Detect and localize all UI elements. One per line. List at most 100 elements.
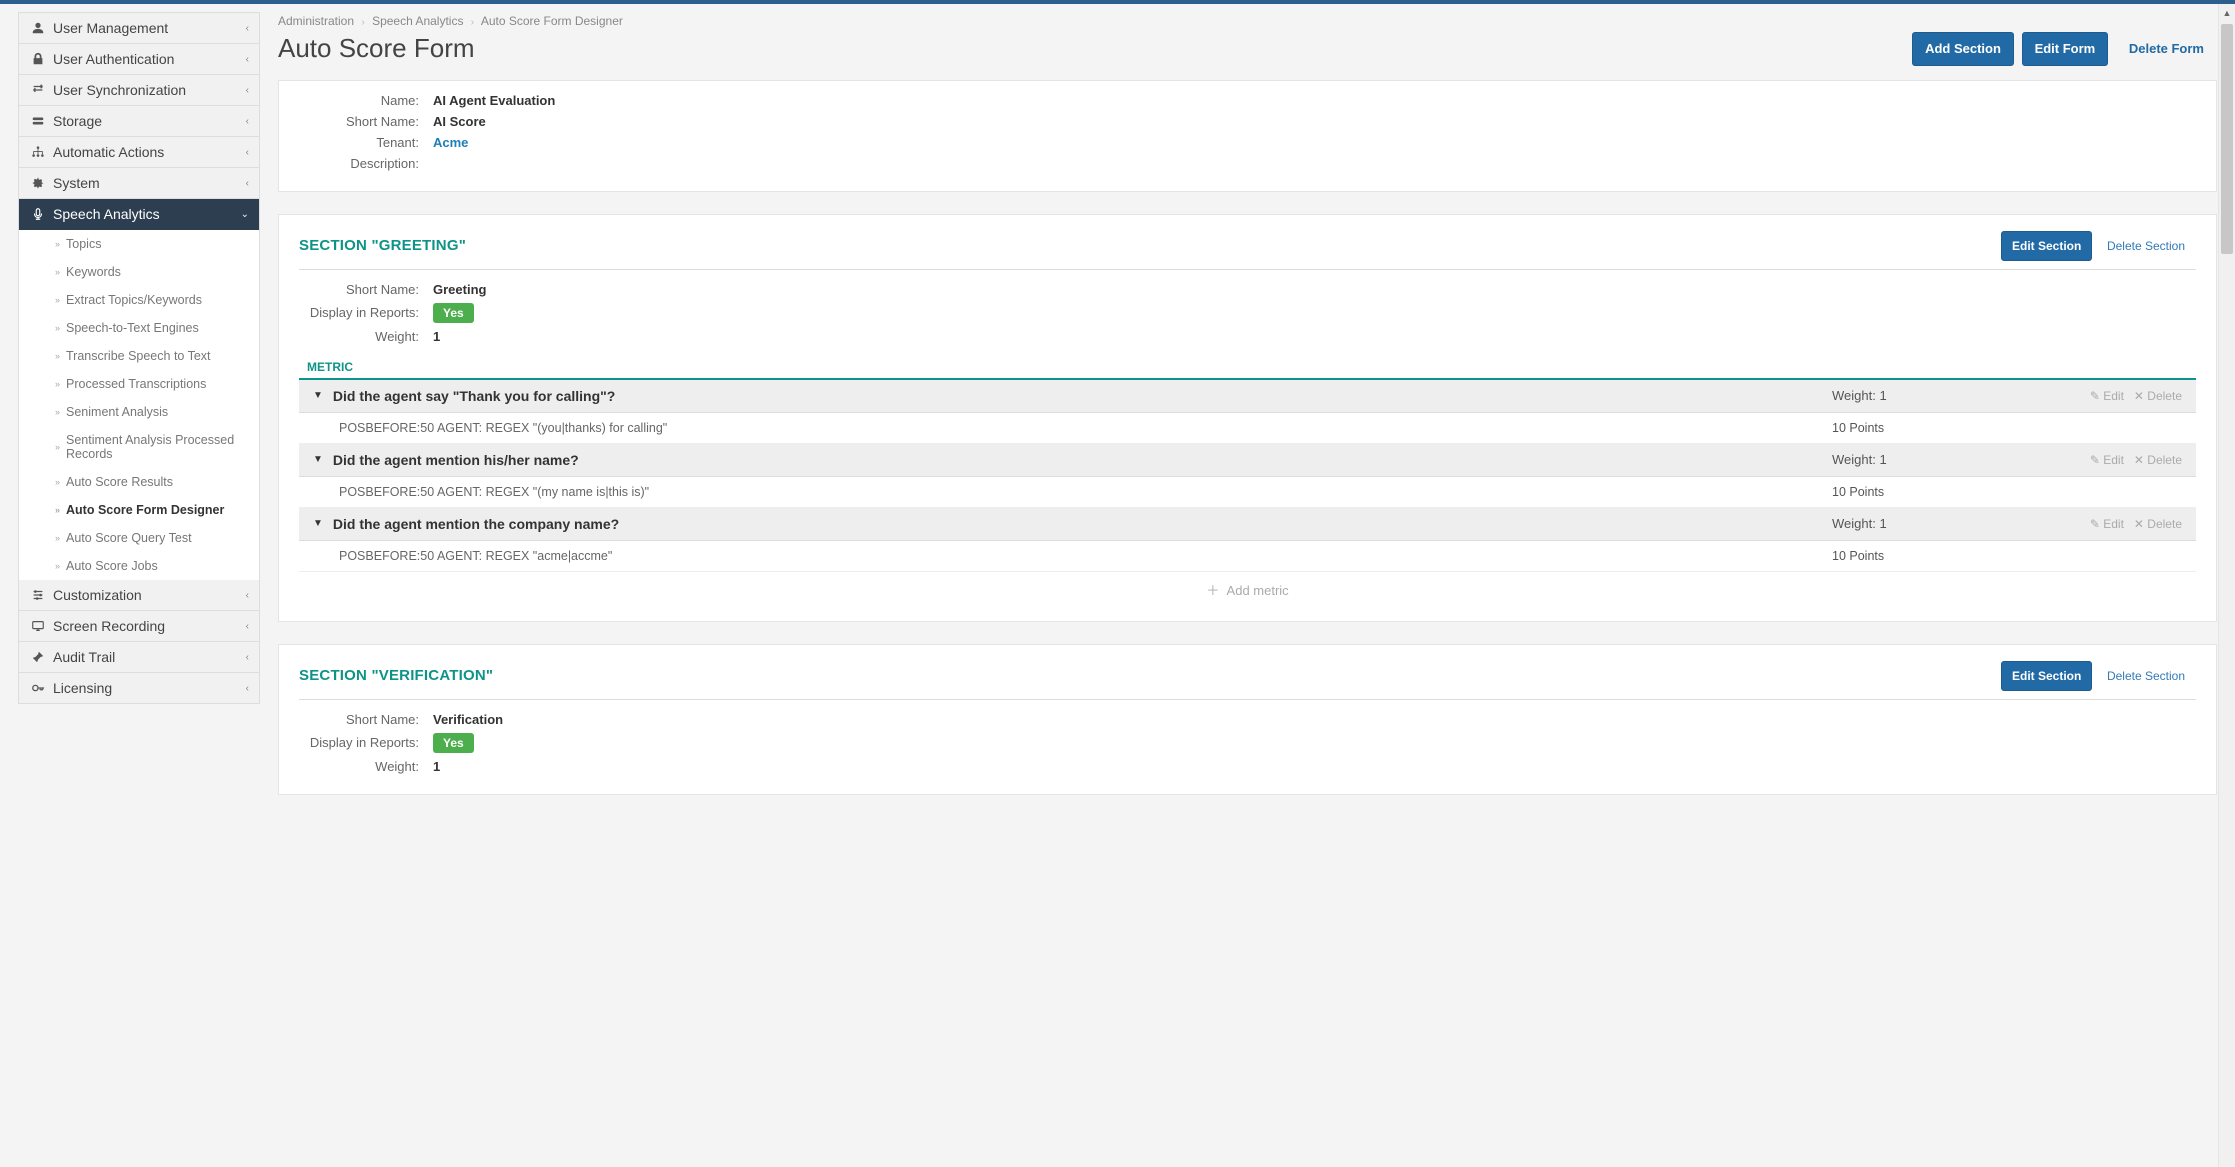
- tenant-link[interactable]: Acme: [433, 135, 468, 150]
- metric-heading: METRIC: [299, 356, 361, 380]
- section-card: SECTION "VERIFICATION"Edit Section Delet…: [278, 644, 2217, 795]
- sidebar-item-automatic-actions[interactable]: Automatic Actions ‹: [19, 137, 259, 168]
- close-icon: ✕: [2134, 517, 2144, 531]
- label: Tenant:: [299, 135, 419, 150]
- sidebar-subitem-label: Extract Topics/Keywords: [66, 293, 202, 307]
- scroll-up-arrow-icon[interactable]: ▲: [2219, 4, 2235, 21]
- delete-section-button[interactable]: Delete Section: [2096, 661, 2196, 691]
- scroll-thumb[interactable]: [2221, 24, 2233, 254]
- sidebar-subitem-label: Keywords: [66, 265, 121, 279]
- sidebar-item-user-synchronization[interactable]: User Synchronization‹: [19, 75, 259, 106]
- metric-weight: Weight: 1: [1832, 452, 2032, 467]
- metric-question: Did the agent mention the company name?: [333, 516, 1832, 532]
- sidebar-subitem-label: Auto Score Query Test: [66, 531, 192, 545]
- add-section-button[interactable]: Add Section: [1912, 32, 2014, 66]
- sidebar-item-label: Speech Analytics: [53, 206, 160, 222]
- sidebar-item-user-management[interactable]: User Management‹: [19, 13, 259, 44]
- edit-metric-button[interactable]: ✎ Edit: [2090, 517, 2124, 531]
- label: Short Name:: [299, 114, 419, 129]
- label: Short Name:: [299, 712, 419, 727]
- sidebar-subitem-auto-score-query-test[interactable]: » Auto Score Query Test: [19, 524, 259, 552]
- close-icon: ✕: [2134, 389, 2144, 403]
- section-weight-value: 1: [433, 329, 440, 344]
- sidebar-subitem-speech-to-text-engines[interactable]: »Speech-to-Text Engines: [19, 314, 259, 342]
- add-metric-button[interactable]: ＋ Add metric: [299, 572, 2196, 607]
- yes-badge: Yes: [433, 733, 474, 753]
- sidebar-subitem-processed-transcriptions[interactable]: »Processed Transcriptions: [19, 370, 259, 398]
- sidebar-item-system[interactable]: System‹: [19, 168, 259, 199]
- sidebar-subitem-extract-topics-keywords[interactable]: » Extract Topics/Keywords: [19, 286, 259, 314]
- label: Short Name:: [299, 282, 419, 297]
- edit-icon: ✎: [2090, 453, 2100, 467]
- sidebar-item-label: Automatic Actions: [53, 144, 164, 160]
- sidebar-subitem-sentiment-analysis-processed-records[interactable]: »Sentiment Analysis Processed Records: [19, 426, 259, 468]
- sync-icon: [31, 83, 45, 97]
- chevron-right-icon: »: [55, 295, 60, 305]
- lock-icon: [31, 52, 45, 66]
- form-name-value: AI Agent Evaluation: [433, 93, 555, 108]
- sidebar-item-customization[interactable]: Customization‹: [19, 580, 259, 611]
- sidebar-subitem-seniment-analysis[interactable]: »Seniment Analysis: [19, 398, 259, 426]
- delete-section-button[interactable]: Delete Section: [2096, 231, 2196, 261]
- edit-icon: ✎: [2090, 389, 2100, 403]
- chevron-left-icon: ‹: [246, 147, 249, 158]
- delete-metric-button[interactable]: ✕ Delete: [2134, 453, 2182, 467]
- sidebar-subitem-label: Seniment Analysis: [66, 405, 168, 419]
- edit-section-button[interactable]: Edit Section: [2001, 661, 2092, 691]
- sidebar-subitem-auto-score-form-designer[interactable]: »Auto Score Form Designer: [19, 496, 259, 524]
- edit-metric-button[interactable]: ✎ Edit: [2090, 389, 2124, 403]
- sidebar-item-screen-recording[interactable]: Screen Recording‹: [19, 611, 259, 642]
- breadcrumb-item[interactable]: Speech Analytics: [372, 14, 463, 28]
- sidebar-item-label: Audit Trail: [53, 649, 115, 665]
- chevron-right-icon: »: [55, 561, 60, 571]
- sidebar-item-audit-trail[interactable]: Audit Trail‹: [19, 642, 259, 673]
- delete-form-button[interactable]: Delete Form: [2116, 32, 2217, 66]
- metric-row: ▼ Did the agent mention his/her name?Weig…: [299, 444, 2196, 477]
- sidebar-item-user-authentication[interactable]: User Authentication‹: [19, 44, 259, 75]
- sidebar-subitem-transcribe-speech-to-text[interactable]: »Transcribe Speech to Text: [19, 342, 259, 370]
- section-shortname-value: Greeting: [433, 282, 486, 297]
- delete-metric-button[interactable]: ✕ Delete: [2134, 517, 2182, 531]
- chevron-right-icon: ›: [471, 17, 474, 28]
- chevron-right-icon: »: [55, 379, 60, 389]
- label: Display in Reports:: [299, 735, 419, 750]
- yes-badge: Yes: [433, 303, 474, 323]
- sidebar-item-speech-analytics[interactable]: Speech Analytics⌄: [19, 199, 259, 230]
- edit-metric-button[interactable]: ✎ Edit: [2090, 453, 2124, 467]
- edit-form-button[interactable]: Edit Form: [2022, 32, 2109, 66]
- sidebar-subitem-label: Sentiment Analysis Processed Records: [66, 433, 247, 461]
- delete-metric-button[interactable]: ✕ Delete: [2134, 389, 2182, 403]
- section-weight-value: 1: [433, 759, 440, 774]
- sidebar-subitem-auto-score-results[interactable]: »Auto Score Results: [19, 468, 259, 496]
- metric-detail-row: POSBEFORE:50 AGENT: REGEX "(you|thanks) …: [299, 413, 2196, 444]
- monitor-icon: [31, 619, 45, 633]
- sidebar-subitem-keywords[interactable]: »Keywords: [19, 258, 259, 286]
- breadcrumb-item[interactable]: Auto Score Form Designer: [481, 14, 623, 28]
- sidebar-item-label: Storage: [53, 113, 102, 129]
- chevron-right-icon: »: [55, 533, 60, 543]
- label: Name:: [299, 93, 419, 108]
- sidebar-item-label: Screen Recording: [53, 618, 165, 634]
- caret-down-icon[interactable]: ▼: [313, 390, 323, 401]
- breadcrumb-item[interactable]: Administration: [278, 14, 354, 28]
- storage-icon: [31, 114, 45, 128]
- chevron-left-icon: ‹: [246, 590, 249, 601]
- chevron-right-icon: »: [55, 351, 60, 361]
- section-title: SECTION "GREETING": [299, 237, 466, 254]
- mic-icon: [31, 207, 45, 221]
- edit-section-button[interactable]: Edit Section: [2001, 231, 2092, 261]
- chevron-left-icon: ‹: [246, 85, 249, 96]
- caret-down-icon[interactable]: ▼: [313, 518, 323, 529]
- metric-question: Did the agent mention his/her name?: [333, 452, 1832, 468]
- sidebar-item-licensing[interactable]: Licensing‹: [19, 673, 259, 703]
- chevron-right-icon: »: [55, 477, 60, 487]
- caret-down-icon[interactable]: ▼: [313, 454, 323, 465]
- pin-icon: [31, 650, 45, 664]
- label: Description:: [299, 156, 419, 171]
- scrollbar[interactable]: ▲: [2218, 4, 2235, 1167]
- chevron-left-icon: ‹: [246, 178, 249, 189]
- sidebar-subitem-auto-score-jobs[interactable]: »Auto Score Jobs: [19, 552, 259, 580]
- sidebar-subitem-topics[interactable]: »Topics: [19, 230, 259, 258]
- metric-detail-row: POSBEFORE:50 AGENT: REGEX "(my name is|t…: [299, 477, 2196, 508]
- sidebar-item-storage[interactable]: Storage‹: [19, 106, 259, 137]
